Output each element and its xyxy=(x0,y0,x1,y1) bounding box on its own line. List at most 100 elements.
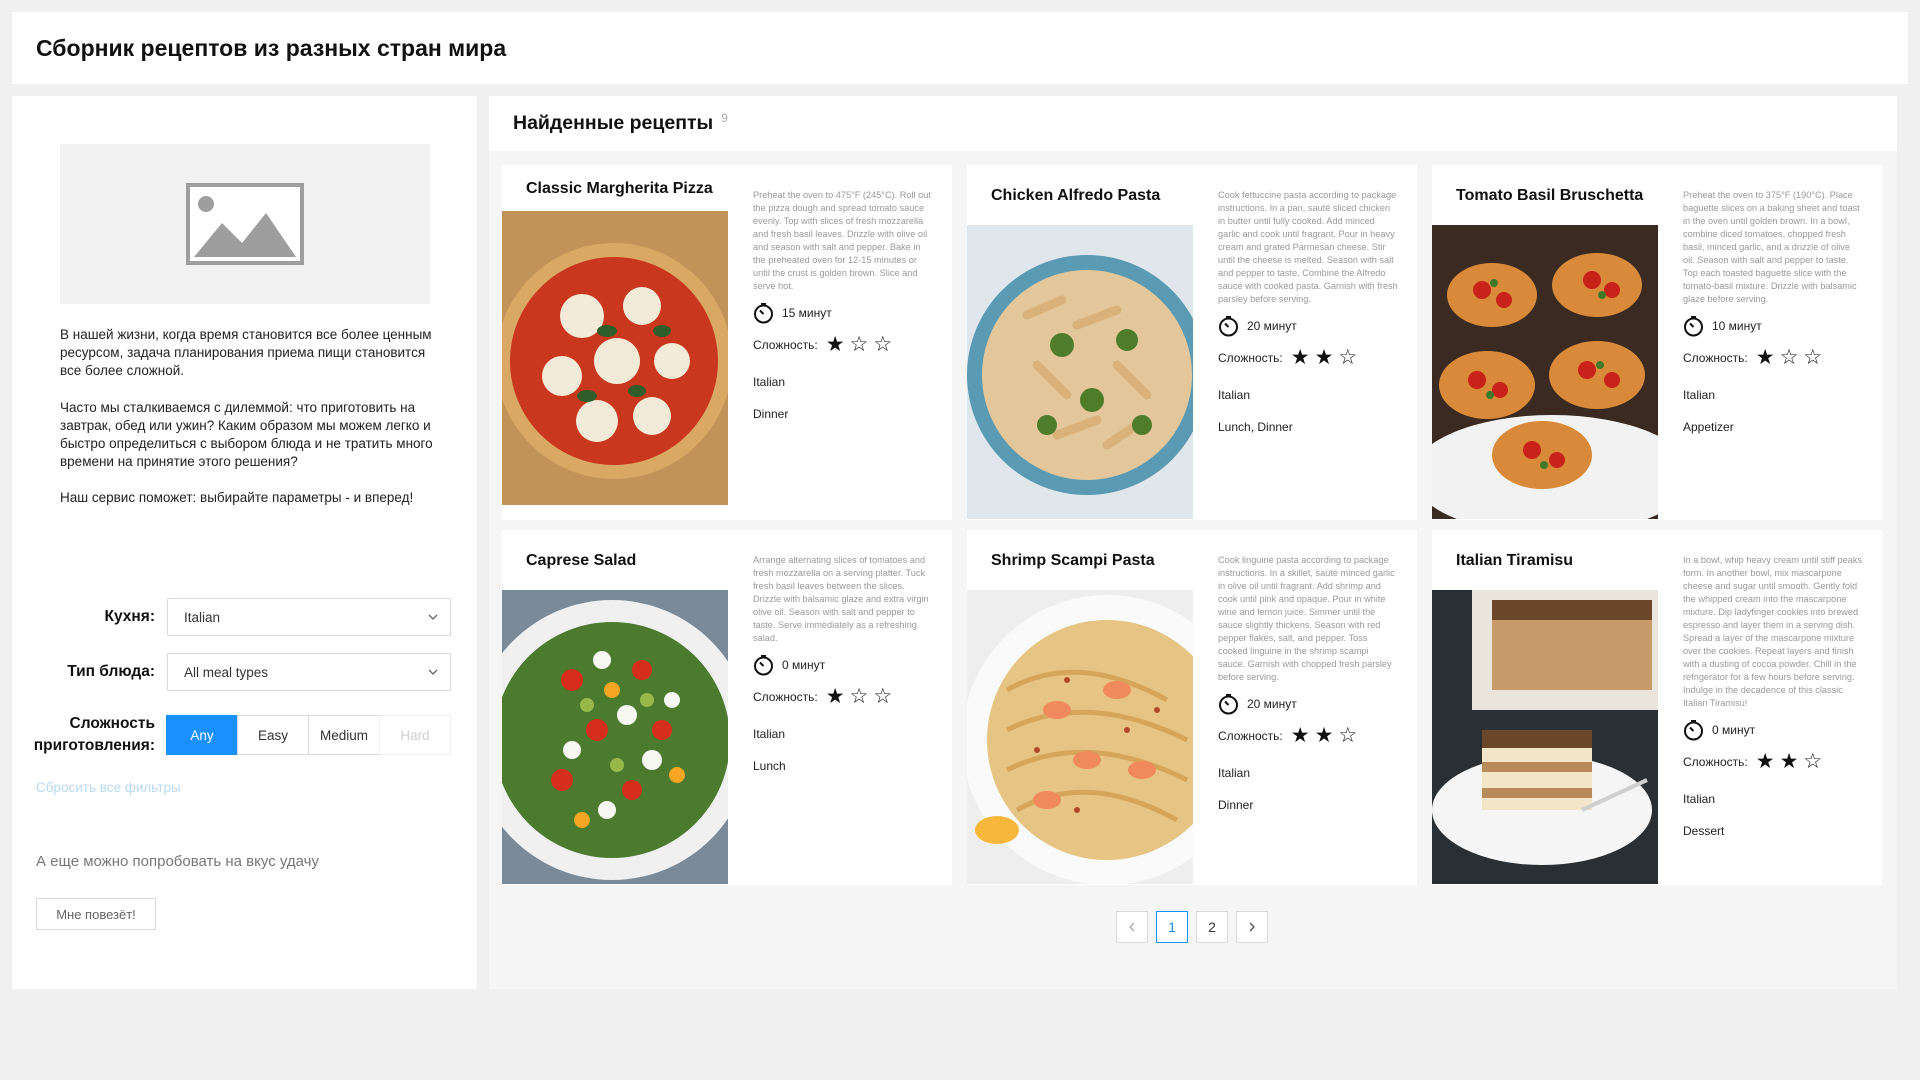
star-filled-icon: ★ xyxy=(1755,750,1775,773)
difficulty-option-any[interactable]: Any xyxy=(166,715,238,755)
chevron-left-icon xyxy=(1129,922,1135,932)
recipe-card[interactable]: Italian Tiramisu In a bowl, whip heavy c… xyxy=(1432,530,1882,885)
recipe-cuisine: Italian xyxy=(1683,792,1716,806)
meal-type-filter: Тип блюда: All meal types xyxy=(12,653,451,691)
difficulty-option-easy[interactable]: Easy xyxy=(237,715,309,755)
recipe-description: Preheat the oven to 375°F (190°C). Place… xyxy=(1683,190,1860,304)
star-empty-icon: ☆ xyxy=(849,333,869,356)
difficulty-caption: Сложность: xyxy=(1218,351,1283,365)
difficulty-caption: Сложность: xyxy=(753,690,818,704)
salad-photo xyxy=(502,590,728,884)
page-button[interactable]: 2 xyxy=(1196,911,1228,943)
recipe-time: 10 минут xyxy=(1683,314,1863,338)
timer-icon xyxy=(754,302,773,323)
recipe-time-value: 20 минут xyxy=(1247,319,1297,333)
recipe-meal-type: Dinner xyxy=(1218,798,1254,812)
meal-type-select-value: All meal types xyxy=(184,664,269,680)
difficulty-caption: Сложность: xyxy=(753,338,818,352)
star-empty-icon: ☆ xyxy=(873,685,893,708)
star-empty-icon: ☆ xyxy=(1779,346,1799,369)
recipe-description: Cook linguine pasta according to package… xyxy=(1218,555,1395,682)
recipe-description: Preheat the oven to 475°F (245°C). Roll … xyxy=(753,190,931,291)
recipe-card[interactable]: Classic Margherita Pizza Preheat the ove… xyxy=(502,165,952,520)
difficulty-label-line: Сложность xyxy=(69,715,155,732)
difficulty-caption: Сложность: xyxy=(1683,755,1748,769)
recipe-title: Italian Tiramisu xyxy=(1456,552,1574,569)
star-empty-icon: ☆ xyxy=(1338,724,1358,747)
intro-paragraph: Часто мы сталкиваемся с дилеммой: что пр… xyxy=(60,399,433,470)
recipe-card[interactable]: Shrimp Scampi Pasta Cook linguine pasta … xyxy=(967,530,1417,885)
results-header: Найденные рецепты 9 xyxy=(489,96,1897,151)
recipe-time-value: 0 минут xyxy=(782,658,826,672)
reset-filters-link[interactable]: Сбросить все фильтры xyxy=(36,780,181,795)
recipe-meal-type: Dessert xyxy=(1683,824,1725,838)
difficulty-segmented-control: Any Easy Medium Hard xyxy=(166,715,451,755)
recipe-time-value: 15 минут xyxy=(782,306,832,320)
recipe-description: In a bowl, whip heavy cream until stiff … xyxy=(1683,555,1863,708)
recipe-meal-type: Lunch xyxy=(753,759,786,773)
shrimp-pasta-photo xyxy=(967,590,1193,884)
feeling-lucky-button[interactable]: Мне повезёт! xyxy=(36,898,156,930)
recipe-title: Chicken Alfredo Pasta xyxy=(991,187,1161,204)
recipe-difficulty: Сложность: ★ ☆ ☆ xyxy=(753,685,933,709)
recipe-cuisine: Italian xyxy=(1218,766,1251,780)
difficulty-caption: Сложность: xyxy=(1683,351,1748,365)
chevron-down-icon xyxy=(428,614,438,620)
timer-icon xyxy=(1684,315,1703,336)
timer-icon xyxy=(754,654,773,675)
recipe-title: Tomato Basil Bruschetta xyxy=(1456,187,1644,204)
difficulty-label-line: приготовления: xyxy=(33,737,155,754)
recipe-card[interactable]: Chicken Alfredo Pasta Cook fettuccine pa… xyxy=(967,165,1417,520)
pasta-photo xyxy=(967,225,1193,519)
chevron-right-icon xyxy=(1249,922,1255,932)
recipe-difficulty: Сложность: ★ ★ ☆ xyxy=(1218,724,1398,748)
timer-icon xyxy=(1684,719,1703,740)
star-empty-icon: ☆ xyxy=(1803,346,1823,369)
timer-icon xyxy=(1219,315,1238,336)
recipe-cuisine: Italian xyxy=(1683,388,1716,402)
image-placeholder xyxy=(60,144,430,304)
meal-type-select[interactable]: All meal types xyxy=(167,653,451,691)
recipe-time-value: 10 минут xyxy=(1712,319,1762,333)
prev-page-button[interactable] xyxy=(1116,911,1148,943)
recipe-description: Arrange alternating slices of tomatoes a… xyxy=(753,555,929,643)
star-filled-icon: ★ xyxy=(825,333,845,356)
recipe-details: In a bowl, whip heavy cream until stiff … xyxy=(1683,554,1863,838)
star-filled-icon: ★ xyxy=(1290,724,1310,747)
difficulty-filter: Сложность приготовления: Any Easy Medium… xyxy=(12,713,451,757)
pizza-photo xyxy=(502,211,728,505)
star-empty-icon: ☆ xyxy=(873,333,893,356)
recipe-details: Arrange alternating slices of tomatoes a… xyxy=(753,554,933,773)
recipe-card[interactable]: Caprese Salad Arrange alternating slices… xyxy=(502,530,952,885)
recipe-meal-type: Appetizer xyxy=(1683,420,1734,434)
star-empty-icon: ☆ xyxy=(1803,750,1823,773)
cuisine-label: Кухня: xyxy=(104,608,155,625)
recipe-card[interactable]: Tomato Basil Bruschetta Preheat the oven… xyxy=(1432,165,1882,520)
meal-type-label: Тип блюда: xyxy=(67,663,155,680)
recipe-cuisine: Italian xyxy=(753,375,786,389)
recipe-time: 20 минут xyxy=(1218,692,1398,716)
difficulty-option-medium[interactable]: Medium xyxy=(308,715,380,755)
bruschetta-photo xyxy=(1432,225,1658,519)
difficulty-stars: ★ ☆ ☆ xyxy=(1756,347,1827,369)
recipe-difficulty: Сложность: ★ ☆ ☆ xyxy=(1683,346,1863,370)
recipe-difficulty: Сложность: ★ ☆ ☆ xyxy=(753,333,933,357)
star-filled-icon: ★ xyxy=(1314,724,1334,747)
recipe-time: 0 минут xyxy=(1683,718,1863,742)
recipe-difficulty: Сложность: ★ ★ ☆ xyxy=(1218,346,1398,370)
cuisine-select[interactable]: Italian xyxy=(167,598,451,636)
recipe-cuisine: Italian xyxy=(753,727,786,741)
luck-text: А еще можно попробовать на вкус удачу xyxy=(36,853,319,870)
intro-paragraph: Наш сервис поможет: выбирайте параметры … xyxy=(60,490,414,506)
app-header: Сборник рецептов из разных стран мира xyxy=(12,12,1908,84)
tiramisu-photo xyxy=(1432,590,1658,884)
recipe-meal-type: Lunch, Dinner xyxy=(1218,420,1293,434)
difficulty-caption: Сложность: xyxy=(1218,729,1283,743)
next-page-button[interactable] xyxy=(1236,911,1268,943)
recipe-meal-type: Dinner xyxy=(753,407,789,421)
difficulty-stars: ★ ★ ☆ xyxy=(1291,347,1362,369)
page-button[interactable]: 1 xyxy=(1156,911,1188,943)
star-filled-icon: ★ xyxy=(1779,750,1799,773)
filters-sidebar: В нашей жизни, когда время становится вс… xyxy=(12,96,477,989)
recipe-details: Cook fettuccine pasta according to packa… xyxy=(1218,189,1398,434)
